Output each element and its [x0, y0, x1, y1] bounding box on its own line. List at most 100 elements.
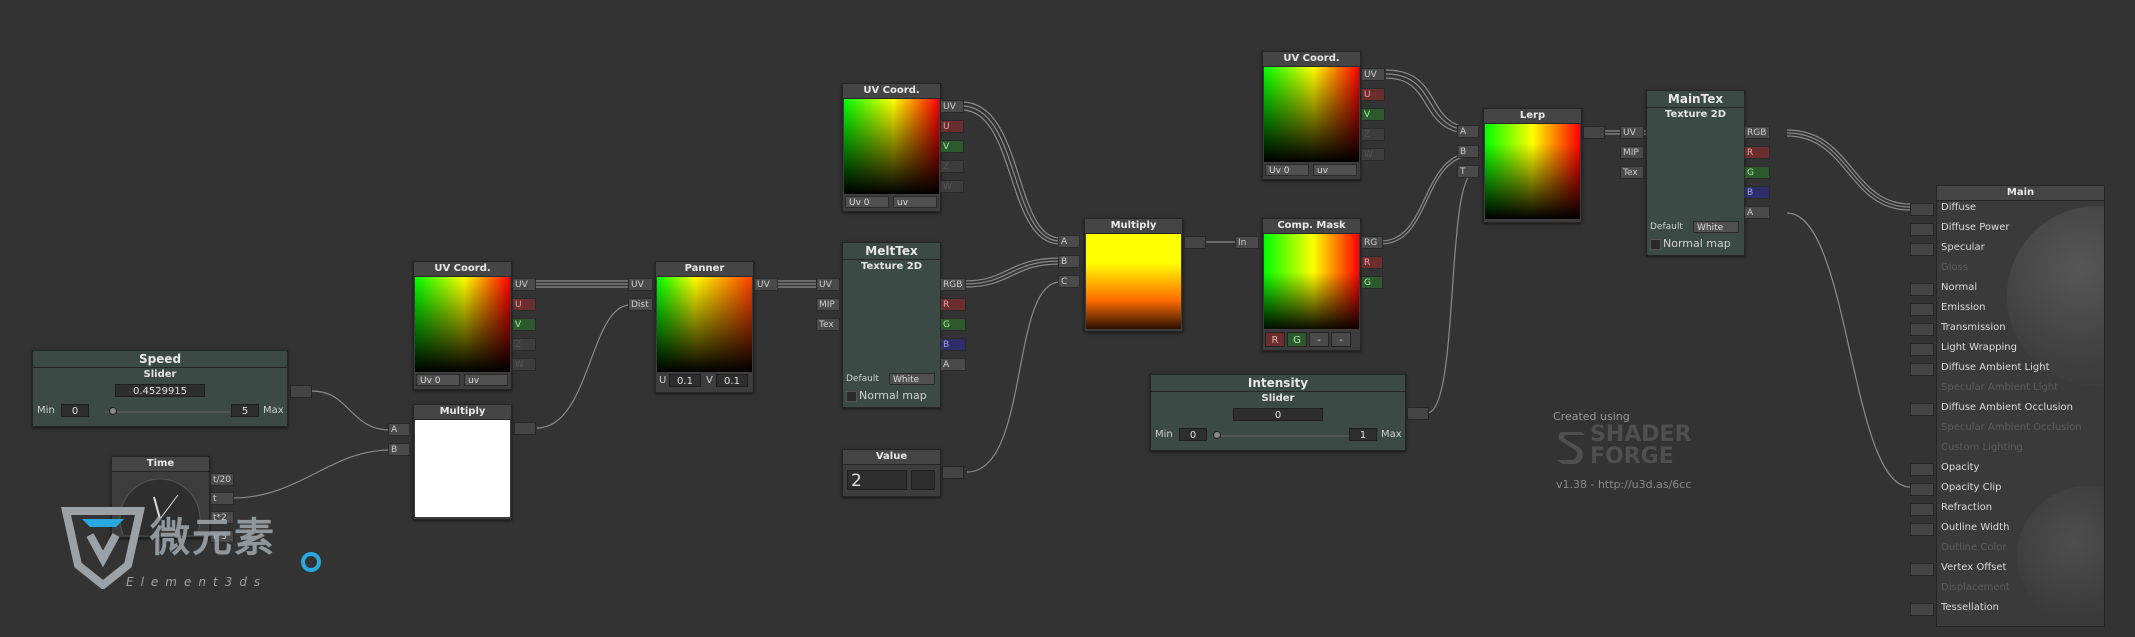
uv2-output-uv[interactable]: UV	[940, 100, 964, 113]
min-field[interactable]: 0	[61, 404, 89, 417]
intensity-output-connector[interactable]	[1407, 407, 1429, 420]
melttex-output-a[interactable]: A	[940, 358, 966, 371]
main-input-connector[interactable]	[1910, 563, 1934, 576]
uv1-output-v[interactable]: V	[512, 318, 536, 331]
slider-knob[interactable]	[109, 407, 117, 415]
main-input-row[interactable]: Opacity	[1910, 459, 2103, 479]
main-input-connector[interactable]	[1910, 303, 1934, 316]
normal-map-checkbox[interactable]	[1650, 239, 1661, 250]
uv3-output-z[interactable]: Z	[1361, 128, 1385, 141]
main-input-row[interactable]: Refraction	[1910, 499, 2103, 519]
max-field[interactable]: 5	[231, 404, 259, 417]
main-input-connector[interactable]	[1910, 223, 1934, 236]
uv-mode-dropdown[interactable]: uv	[893, 196, 937, 208]
main-input-row[interactable]: Diffuse Power	[1910, 219, 2103, 239]
uv-mode-dropdown[interactable]: uv	[464, 374, 508, 386]
maintex-output-a[interactable]: A	[1744, 206, 1770, 219]
uv3-output-u[interactable]: U	[1361, 88, 1385, 101]
main-input-row[interactable]: Emission	[1910, 299, 2103, 319]
value-field[interactable]: 2	[847, 470, 907, 491]
panner-output-uv[interactable]: UV	[754, 278, 778, 291]
main-input-row[interactable]: Diffuse Ambient Light	[1910, 359, 2103, 379]
panner-input-uv[interactable]: UV	[628, 278, 653, 291]
panner-node[interactable]: Panner U 0.1 V 0.1	[655, 261, 754, 393]
multiply1-input-b[interactable]: B	[388, 443, 410, 456]
slider-value-field[interactable]: 0	[1233, 408, 1323, 421]
melttex-input-tex[interactable]: Tex	[816, 318, 840, 331]
melttex-input-mip[interactable]: MIP	[816, 298, 840, 311]
multiply-node-1[interactable]: Multiply	[413, 404, 512, 520]
main-input-row[interactable]: Gloss	[1936, 259, 2103, 279]
melttex-output-b[interactable]: B	[940, 338, 966, 351]
compmask-output-g[interactable]: G	[1361, 276, 1383, 289]
main-input-connector[interactable]	[1910, 503, 1934, 516]
uv3-output-w[interactable]: W	[1361, 148, 1385, 161]
normal-map-checkbox[interactable]	[846, 391, 857, 402]
multiply2-output-connector[interactable]	[1184, 236, 1206, 249]
uv-coord-node-3[interactable]: UV Coord. Uv 0 uv	[1262, 51, 1361, 180]
uv-channel-dropdown[interactable]: Uv 0	[1265, 164, 1309, 176]
multiply1-input-a[interactable]: A	[388, 423, 410, 436]
panner-input-dist[interactable]: Dist	[628, 298, 653, 311]
main-input-row[interactable]: Outline Color	[1936, 539, 2103, 559]
maintex-output-b[interactable]: B	[1744, 186, 1770, 199]
multiply1-output-connector[interactable]	[514, 422, 536, 435]
compmask-output-rg[interactable]: RG	[1361, 236, 1383, 249]
uv-mode-dropdown[interactable]: uv	[1313, 164, 1357, 176]
value-node[interactable]: Value 2	[842, 449, 941, 497]
multiply-node-2[interactable]: Multiply	[1084, 218, 1183, 332]
melttex-output-rgb[interactable]: RGB	[940, 278, 966, 291]
uv3-output-uv[interactable]: UV	[1361, 68, 1385, 81]
main-input-row[interactable]: Normal	[1910, 279, 2103, 299]
v-field[interactable]: 0.1	[716, 374, 748, 387]
compmask-output-r[interactable]: R	[1361, 256, 1383, 269]
default-dropdown[interactable]: White	[1693, 221, 1739, 233]
lerp-node[interactable]: Lerp	[1483, 108, 1582, 223]
main-input-connector[interactable]	[1910, 463, 1934, 476]
main-input-connector[interactable]	[1910, 243, 1934, 256]
main-input-row[interactable]: Vertex Offset	[1910, 559, 2103, 579]
main-input-row[interactable]: Light Wrapping	[1910, 339, 2103, 359]
main-input-row[interactable]: Outline Width	[1910, 519, 2103, 539]
time-output-t[interactable]: t	[210, 492, 234, 505]
main-input-row[interactable]: Specular Ambient Light	[1936, 379, 2103, 399]
default-dropdown[interactable]: White	[889, 373, 935, 385]
main-input-row[interactable]: Specular	[1910, 239, 2103, 259]
lerp-input-b[interactable]: B	[1457, 145, 1479, 158]
multiply2-input-a[interactable]: A	[1058, 235, 1080, 248]
main-input-connector[interactable]	[1910, 523, 1934, 536]
melttex-input-uv[interactable]: UV	[816, 278, 840, 291]
uv-coord-node-1[interactable]: UV Coord. Uv 0 uv	[413, 261, 512, 390]
melttex-output-r[interactable]: R	[940, 298, 966, 311]
compmask-input-in[interactable]: In	[1235, 236, 1259, 249]
channel-g-button[interactable]: G	[1287, 332, 1307, 347]
uv1-output-z[interactable]: Z	[512, 338, 536, 351]
min-field[interactable]: 0	[1179, 428, 1207, 441]
maintex-texture-node[interactable]: MainTex Texture 2D Default White Normal …	[1646, 90, 1745, 256]
uv2-output-z[interactable]: Z	[940, 160, 964, 173]
maintex-input-mip[interactable]: MIP	[1620, 146, 1644, 159]
maintex-input-tex[interactable]: Tex	[1620, 166, 1644, 179]
melttex-texture-node[interactable]: MeltTex Texture 2D Default White Normal …	[842, 242, 941, 408]
speed-output-connector[interactable]	[290, 385, 312, 398]
uv-channel-dropdown[interactable]: Uv 0	[416, 374, 460, 386]
main-input-connector[interactable]	[1910, 403, 1934, 416]
main-input-connector[interactable]	[1910, 283, 1934, 296]
uv-channel-dropdown[interactable]: Uv 0	[845, 196, 889, 208]
lerp-input-a[interactable]: A	[1457, 125, 1479, 138]
main-input-connector[interactable]	[1910, 343, 1934, 356]
main-input-row[interactable]: Custom Lighting	[1936, 439, 2103, 459]
uv-coord-node-2[interactable]: UV Coord. Uv 0 uv	[842, 83, 941, 212]
uv2-output-v[interactable]: V	[940, 140, 964, 153]
melttex-output-g[interactable]: G	[940, 318, 966, 331]
uv1-output-uv[interactable]: UV	[512, 278, 536, 291]
maintex-output-r[interactable]: R	[1744, 146, 1770, 159]
main-input-connector[interactable]	[1910, 323, 1934, 336]
main-input-row[interactable]: Diffuse	[1910, 199, 2103, 219]
value-drag-handle[interactable]	[911, 470, 935, 490]
uv2-output-w[interactable]: W	[940, 180, 964, 193]
slider-track[interactable]	[105, 411, 245, 413]
main-input-connector[interactable]	[1910, 363, 1934, 376]
main-input-row[interactable]: Transmission	[1910, 319, 2103, 339]
slider-value-field[interactable]: 0.4529915	[115, 384, 205, 397]
